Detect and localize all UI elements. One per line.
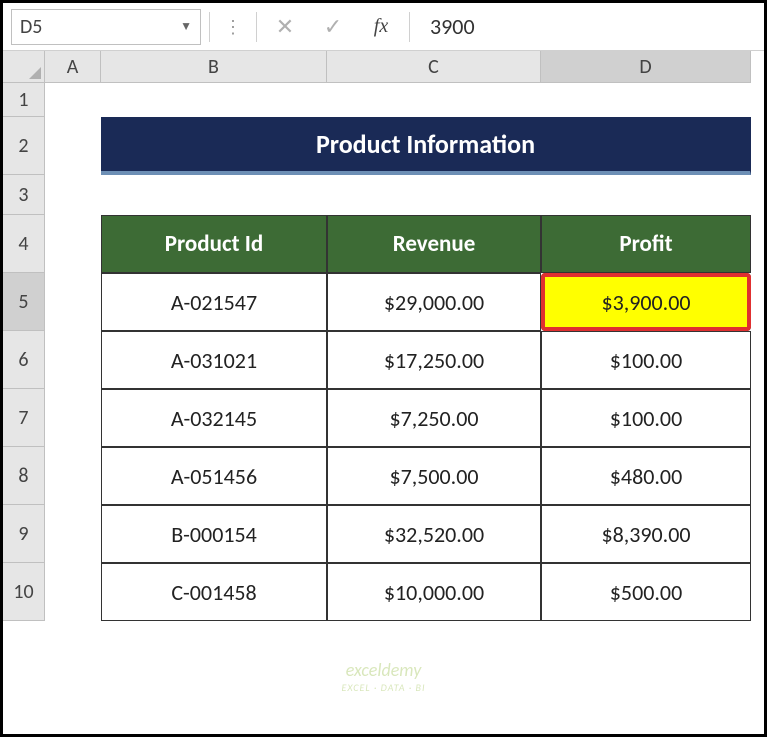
cell-d8[interactable]: $480.00 [541, 447, 751, 505]
header-product-id[interactable]: Product Id [101, 215, 327, 273]
cell-b7[interactable]: A-032145 [101, 389, 327, 447]
row-header-4[interactable]: 4 [3, 215, 45, 273]
select-all-button[interactable] [3, 51, 45, 83]
cell-c9[interactable]: $32,520.00 [327, 505, 541, 563]
row-header-8[interactable]: 8 [3, 447, 45, 505]
row-4: 4 Product Id Revenue Profit [3, 215, 764, 273]
column-headers: A B C D [3, 51, 764, 83]
divider [256, 12, 257, 42]
row-1: 1 [3, 83, 764, 117]
cancel-icon[interactable]: ✕ [265, 9, 305, 45]
cell-a5[interactable] [45, 273, 101, 331]
watermark-sub: EXCEL · DATA · BI [341, 681, 425, 694]
title-banner[interactable]: Product Information [101, 117, 751, 175]
cell-b3[interactable] [101, 175, 327, 215]
formula-input[interactable]: 3900 [418, 9, 756, 45]
row-header-6[interactable]: 6 [3, 331, 45, 389]
formula-bar: D5 ▼ ⋮ ✕ ✓ fx 3900 [3, 3, 764, 51]
name-box-value: D5 [20, 15, 42, 39]
row-9: 9 B-000154 $32,520.00 $8,390.00 [3, 505, 764, 563]
fx-icon[interactable]: fx [361, 9, 401, 45]
row-header-5[interactable]: 5 [3, 273, 45, 331]
dots-icon: ⋮ [218, 16, 248, 38]
watermark-main: exceldemy [346, 659, 422, 681]
row-8: 8 A-051456 $7,500.00 $480.00 [3, 447, 764, 505]
col-header-b[interactable]: B [101, 51, 327, 83]
cell-a1[interactable] [45, 83, 101, 117]
col-header-d[interactable]: D [541, 51, 751, 83]
cell-c10[interactable]: $10,000.00 [327, 563, 541, 621]
divider [209, 12, 210, 42]
col-header-c[interactable]: C [327, 51, 541, 83]
row-header-3[interactable]: 3 [3, 175, 45, 215]
cell-b10[interactable]: C-001458 [101, 563, 327, 621]
cell-b8[interactable]: A-051456 [101, 447, 327, 505]
cell-d10[interactable]: $500.00 [541, 563, 751, 621]
cell-d1[interactable] [541, 83, 751, 117]
cell-a9[interactable] [45, 505, 101, 563]
cell-a8[interactable] [45, 447, 101, 505]
row-header-9[interactable]: 9 [3, 505, 45, 563]
cell-c8[interactable]: $7,500.00 [327, 447, 541, 505]
col-header-a[interactable]: A [45, 51, 101, 83]
cell-b9[interactable]: B-000154 [101, 505, 327, 563]
row-header-2[interactable]: 2 [3, 117, 45, 175]
row-2: 2 Product Information [3, 117, 764, 175]
cell-a6[interactable] [45, 331, 101, 389]
row-10: 10 C-001458 $10,000.00 $500.00 [3, 563, 764, 621]
row-header-10[interactable]: 10 [3, 563, 45, 621]
grid-area: A B C D 1 2 Product Information 3 [3, 51, 764, 621]
cell-b1[interactable] [101, 83, 327, 117]
cell-c1[interactable] [327, 83, 541, 117]
cell-d6[interactable]: $100.00 [541, 331, 751, 389]
cell-c5[interactable]: $29,000.00 [327, 273, 541, 331]
chevron-down-icon[interactable]: ▼ [180, 19, 192, 34]
cell-d7[interactable]: $100.00 [541, 389, 751, 447]
row-3: 3 [3, 175, 764, 215]
cell-c6[interactable]: $17,250.00 [327, 331, 541, 389]
watermark: exceldemy EXCEL · DATA · BI [341, 659, 425, 694]
cell-a3[interactable] [45, 175, 101, 215]
cell-a10[interactable] [45, 563, 101, 621]
cell-b5[interactable]: A-021547 [101, 273, 327, 331]
cell-a4[interactable] [45, 215, 101, 273]
cell-a7[interactable] [45, 389, 101, 447]
header-revenue[interactable]: Revenue [327, 215, 541, 273]
name-box[interactable]: D5 ▼ [11, 9, 201, 45]
row-7: 7 A-032145 $7,250.00 $100.00 [3, 389, 764, 447]
row-6: 6 A-031021 $17,250.00 $100.00 [3, 331, 764, 389]
confirm-icon[interactable]: ✓ [313, 9, 353, 45]
cell-d3[interactable] [541, 175, 751, 215]
rows-container: 1 2 Product Information 3 4 Product Id R… [3, 83, 764, 621]
cell-c7[interactable]: $7,250.00 [327, 389, 541, 447]
row-header-1[interactable]: 1 [3, 83, 45, 117]
header-profit[interactable]: Profit [541, 215, 751, 273]
cell-b6[interactable]: A-031021 [101, 331, 327, 389]
row-5: 5 A-021547 $29,000.00 $3,900.00 [3, 273, 764, 331]
row-header-7[interactable]: 7 [3, 389, 45, 447]
divider [409, 12, 410, 42]
cell-a2[interactable] [45, 117, 101, 175]
cell-d9[interactable]: $8,390.00 [541, 505, 751, 563]
cell-d5[interactable]: $3,900.00 [541, 273, 751, 331]
cell-c3[interactable] [327, 175, 541, 215]
